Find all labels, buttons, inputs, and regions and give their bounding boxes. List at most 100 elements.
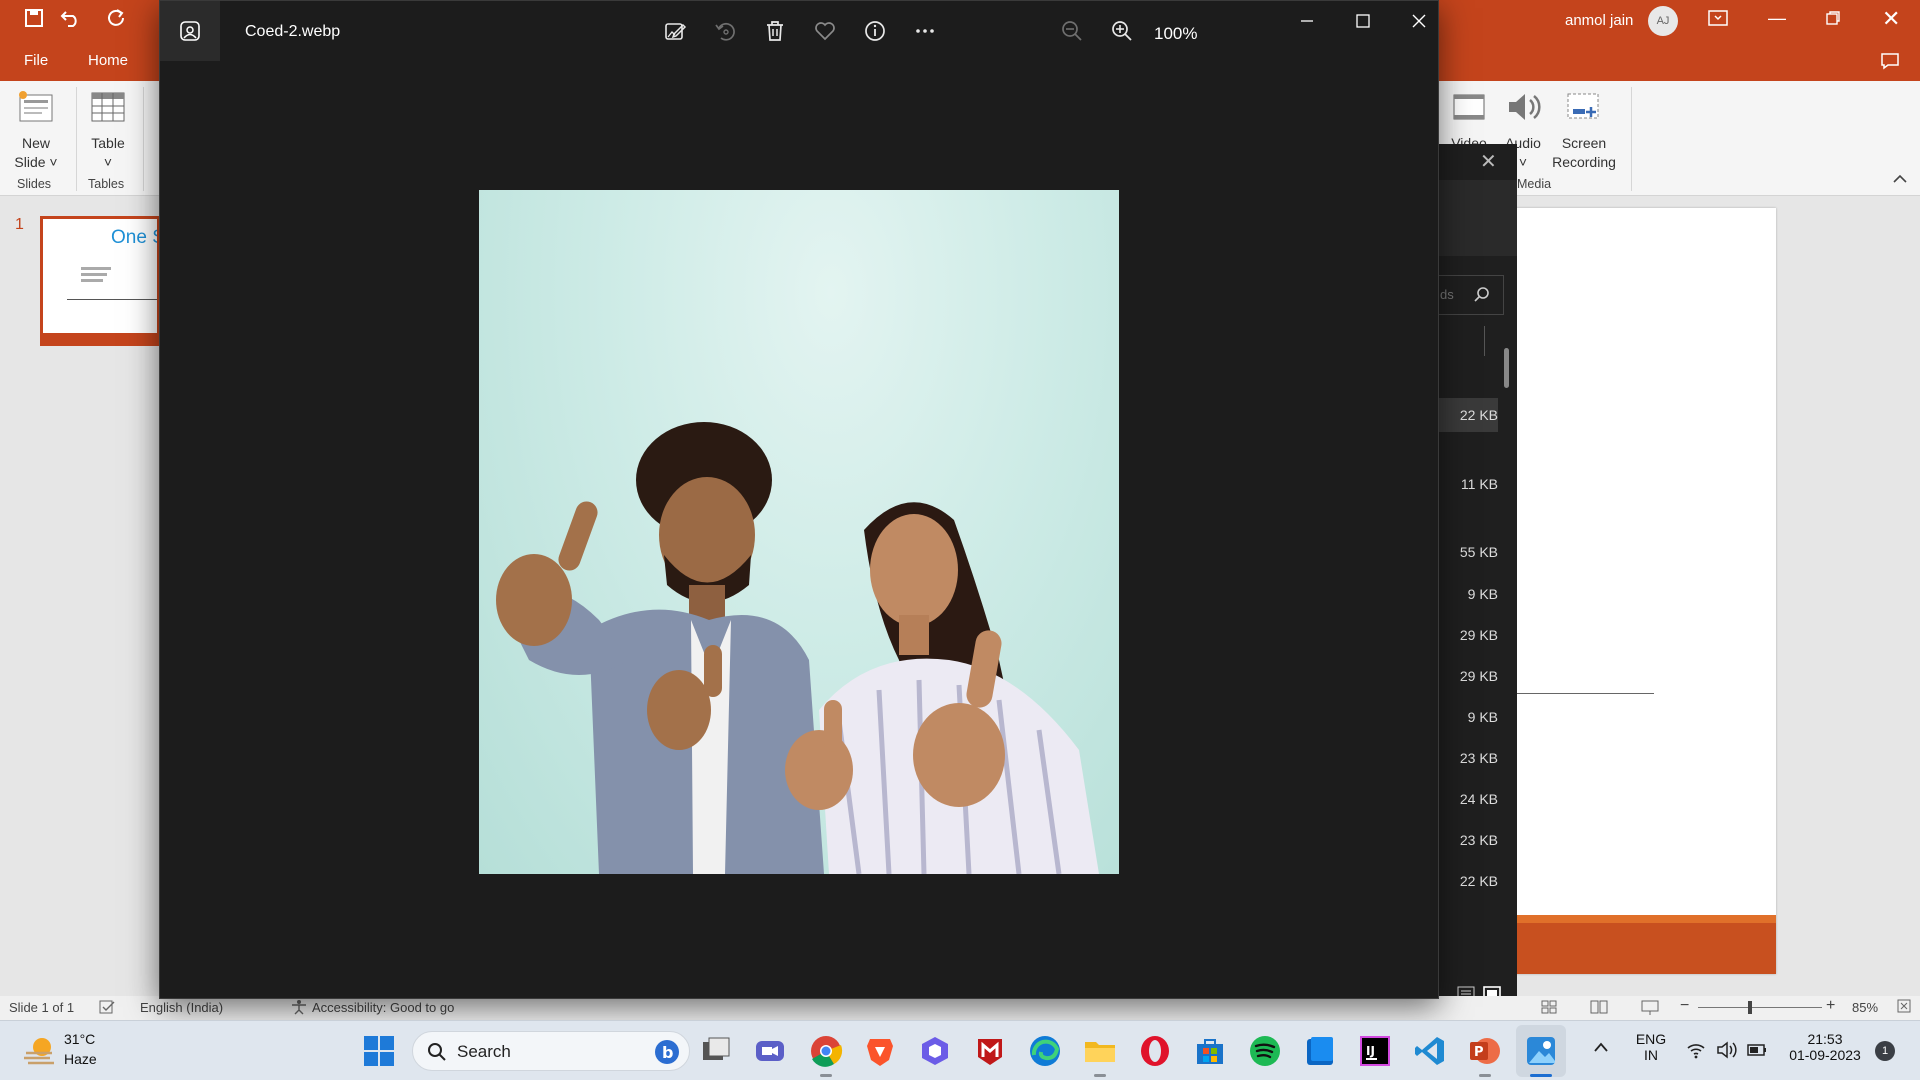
reading-view-icon[interactable] — [1589, 998, 1609, 1019]
list-item[interactable]: 9 KB — [1436, 709, 1498, 725]
slideshow-icon[interactable] — [1640, 998, 1660, 1019]
minimize-icon[interactable] — [1287, 9, 1327, 39]
search-label: Search — [457, 1042, 511, 1061]
zoom-slider-thumb[interactable] — [1748, 1001, 1752, 1014]
favorite-icon[interactable] — [813, 19, 839, 45]
displayed-photo[interactable] — [479, 190, 1119, 874]
photos-window: Coed-2.webp 100% — [159, 0, 1439, 999]
save-icon[interactable] — [24, 8, 44, 34]
list-item[interactable]: 29 KB — [1436, 668, 1498, 684]
list-item[interactable]: 55 KB — [1436, 544, 1498, 560]
close-icon[interactable]: ✕ — [1882, 6, 1900, 32]
copilot-icon[interactable] — [917, 1033, 953, 1069]
list-item[interactable]: 29 KB — [1436, 627, 1498, 643]
vscode-icon[interactable] — [1412, 1033, 1448, 1069]
clock[interactable]: 21:53 01-09-2023 — [1780, 1031, 1870, 1063]
group-slides: Slides — [17, 177, 52, 191]
file-name: Coed-2.webp — [245, 23, 341, 40]
zoom-in-button[interactable]: + — [1826, 997, 1835, 1015]
video-icon — [1446, 89, 1492, 130]
thumbnail-number: 1 — [15, 216, 24, 233]
panel-search-input[interactable]: ds — [1436, 275, 1504, 315]
info-icon[interactable] — [863, 19, 889, 45]
language-indicator[interactable]: ENG IN — [1628, 1031, 1674, 1063]
file-explorer-icon[interactable] — [1082, 1033, 1118, 1069]
list-item[interactable]: 24 KB — [1436, 791, 1498, 807]
screen-recording-icon — [1544, 89, 1624, 130]
powerpoint-icon[interactable]: P — [1467, 1033, 1503, 1069]
teams-icon[interactable] — [752, 1033, 788, 1069]
collapse-ribbon-icon[interactable] — [1892, 171, 1908, 189]
zoom-out-icon[interactable] — [1060, 19, 1086, 45]
thumbnail-title: One Sp — [111, 227, 157, 248]
table-button[interactable]: Table ˅ — [84, 89, 132, 172]
language-status[interactable]: English (India) — [140, 1000, 223, 1015]
zoom-in-icon[interactable] — [1110, 19, 1136, 45]
tab-home[interactable]: Home — [88, 52, 128, 69]
slide-canvas[interactable] — [1500, 208, 1776, 974]
photo-woman — [785, 502, 1099, 874]
restore-icon[interactable] — [1825, 10, 1841, 29]
accessibility-status[interactable]: Accessibility: Good to go — [312, 1000, 454, 1015]
avatar[interactable]: AJ — [1648, 6, 1678, 36]
list-item[interactable]: 11 KB — [1436, 476, 1498, 492]
list-item[interactable]: 9 KB — [1436, 586, 1498, 602]
spotify-icon[interactable] — [1247, 1033, 1283, 1069]
mcafee-icon[interactable] — [972, 1033, 1008, 1069]
battery-icon[interactable] — [1746, 1042, 1768, 1061]
zoom-slider[interactable] — [1698, 1007, 1822, 1008]
screen-recording-button[interactable]: Screen Recording — [1544, 89, 1624, 172]
start-icon[interactable] — [361, 1033, 397, 1069]
spellcheck-icon[interactable] — [98, 999, 116, 1018]
zoom-level[interactable]: 85% — [1852, 1000, 1878, 1015]
chrome-icon[interactable] — [808, 1033, 844, 1069]
taskbar-search[interactable]: Search b — [412, 1031, 690, 1071]
microsoft-store-icon[interactable] — [1192, 1033, 1228, 1069]
list-item[interactable]: 22 KB — [1436, 398, 1498, 432]
edit-image-icon[interactable] — [663, 19, 689, 45]
panel-close-icon[interactable]: ✕ — [1480, 149, 1497, 174]
maximize-icon[interactable] — [1343, 9, 1383, 39]
taskbar: 31°C Haze Search b IJ P ENG IN 21:53 01-… — [0, 1020, 1920, 1080]
brave-icon[interactable] — [862, 1033, 898, 1069]
task-view-icon[interactable] — [698, 1033, 734, 1069]
svg-text:IJ: IJ — [1366, 1044, 1375, 1058]
edge-icon[interactable] — [1027, 1033, 1063, 1069]
status-bar: Slide 1 of 1 English (India) Accessibili… — [0, 996, 1920, 1020]
tab-file[interactable]: File — [24, 52, 48, 69]
bing-icon[interactable]: b — [653, 1038, 681, 1069]
intellij-icon[interactable]: IJ — [1357, 1033, 1393, 1069]
opera-icon[interactable] — [1137, 1033, 1173, 1069]
zoom-out-button[interactable]: − — [1680, 997, 1689, 1015]
minimize-icon[interactable]: — — [1768, 8, 1786, 29]
group-tables: Tables — [88, 177, 125, 191]
list-item[interactable]: 22 KB — [1436, 873, 1498, 889]
fit-slide-icon[interactable] — [1896, 998, 1912, 1017]
show-hidden-icons-icon[interactable] — [1592, 1039, 1610, 1058]
slide-sorter-icon[interactable] — [1540, 998, 1558, 1019]
photos-icon[interactable] — [1523, 1033, 1559, 1069]
wifi-icon[interactable] — [1686, 1041, 1706, 1062]
volume-icon[interactable] — [1716, 1041, 1738, 1062]
rotate-icon[interactable] — [713, 19, 739, 45]
list-item[interactable]: 23 KB — [1436, 750, 1498, 766]
delete-icon[interactable] — [763, 19, 789, 45]
notification-badge[interactable]: 1 — [1875, 1041, 1895, 1061]
table-icon — [84, 89, 132, 130]
close-icon[interactable] — [1399, 9, 1439, 39]
new-slide-button[interactable]: New Slide ˅ — [10, 89, 62, 172]
slide-thumbnail[interactable]: One Sp — [40, 216, 160, 346]
panel-scrollbar[interactable] — [1504, 348, 1509, 388]
ribbon-display-icon[interactable] — [1708, 10, 1728, 29]
more-icon[interactable] — [913, 19, 939, 45]
comments-icon[interactable] — [1880, 52, 1900, 73]
search-icon — [1474, 286, 1490, 305]
weather-icon[interactable] — [22, 1033, 58, 1072]
notes-app-icon[interactable] — [1302, 1033, 1338, 1069]
undo-icon[interactable] — [60, 8, 82, 34]
redo-icon[interactable] — [106, 8, 126, 34]
weather-description: Haze — [64, 1051, 97, 1067]
list-item[interactable]: 23 KB — [1436, 832, 1498, 848]
search-icon — [427, 1042, 447, 1065]
zoom-level-display[interactable]: 100% — [1154, 24, 1197, 44]
